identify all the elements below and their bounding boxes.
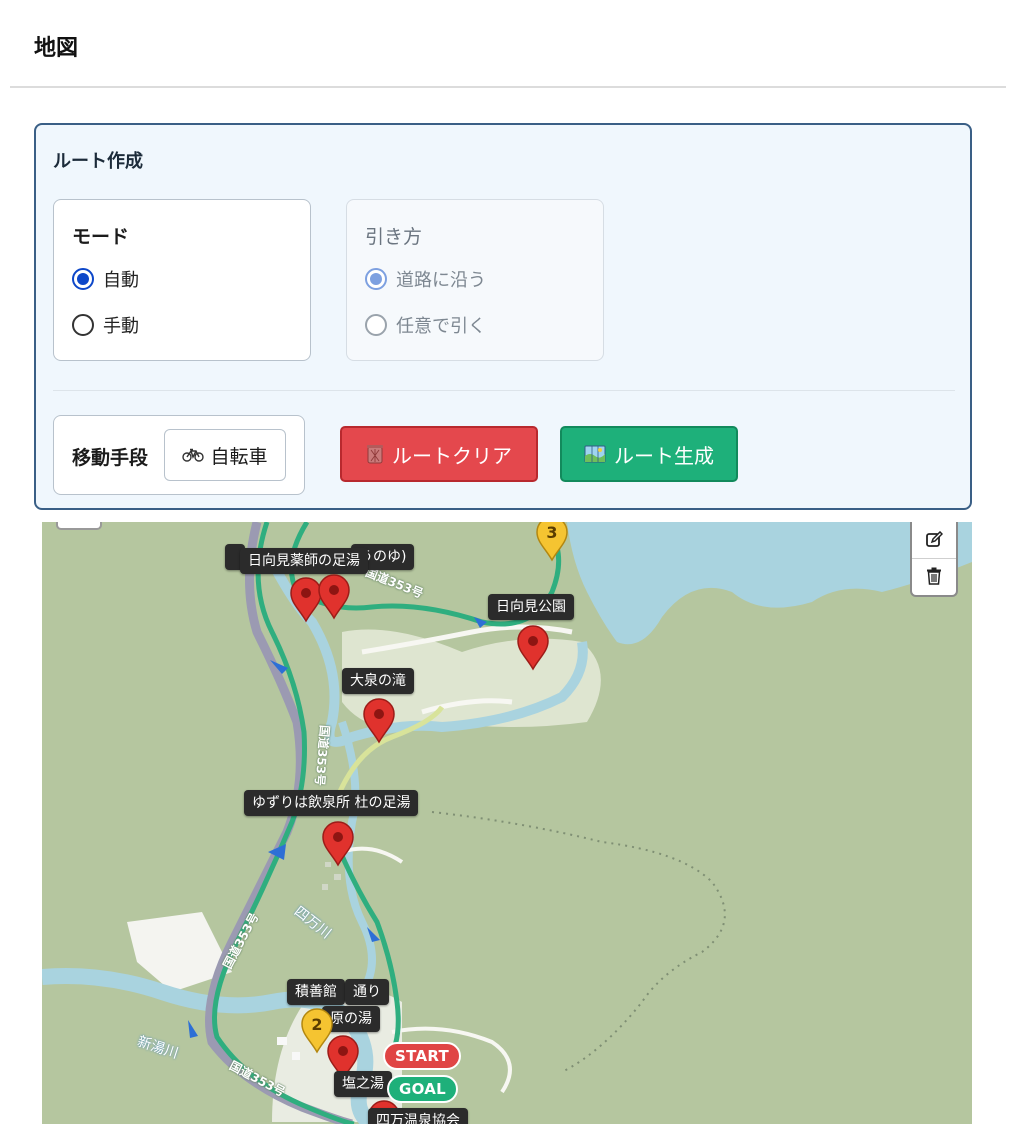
- radio-follow-road[interactable]: [365, 268, 387, 290]
- waypoint-3-label: 3: [546, 523, 557, 542]
- draw-method-legend: 引き方: [365, 226, 423, 248]
- transport-label: 移動手段: [72, 447, 149, 469]
- mode-option-auto-label: 自動: [103, 270, 139, 291]
- draw-option-road[interactable]: 道路に沿う: [365, 266, 486, 292]
- radio-auto[interactable]: [72, 268, 94, 290]
- goal-marker[interactable]: GOAL: [387, 1075, 459, 1103]
- delete-layers-button[interactable]: [912, 558, 956, 594]
- start-marker[interactable]: START: [383, 1042, 462, 1070]
- transport-group: 移動手段 自転車: [53, 415, 305, 495]
- map-icon: [584, 445, 606, 463]
- waypoint-3-marker[interactable]: 3: [535, 522, 569, 562]
- map-draw-controls: [910, 522, 958, 597]
- tooltip-onsen-kyokai: 四万温泉協会: [368, 1108, 468, 1124]
- waypoint-2-label: 2: [311, 1015, 322, 1034]
- transport-value: 自転車: [210, 445, 268, 468]
- map-view[interactable]: 国道353号 国道353号 国道353号 国道353号 四万川 新湯川 3 うの…: [42, 522, 972, 1124]
- location-pin-hinatami-park[interactable]: [516, 625, 550, 671]
- location-pin-oizumi-falls[interactable]: [362, 698, 396, 744]
- radio-manual[interactable]: [72, 314, 94, 336]
- location-pin-2[interactable]: [317, 574, 351, 620]
- mode-fieldset: モード 自動 手動: [53, 199, 311, 361]
- edit-layers-button[interactable]: [912, 522, 956, 559]
- generate-route-button[interactable]: ルート生成: [560, 426, 738, 482]
- page-title: 地図: [34, 36, 79, 61]
- tooltip-shionoyu: 塩之湯: [334, 1071, 392, 1097]
- clear-route-button[interactable]: ルートクリア: [340, 426, 538, 482]
- draw-method-fieldset: 引き方 道路に沿う 任意で引く: [346, 199, 604, 361]
- mode-legend: モード: [72, 226, 130, 248]
- mode-option-manual-label: 手動: [103, 316, 139, 337]
- tooltip-hinatami-yakushi: 日向見薬師の足湯: [240, 548, 368, 574]
- tooltip-oizumi-falls: 大泉の滝: [342, 668, 414, 694]
- map-control-nub[interactable]: [56, 522, 102, 530]
- draw-option-free-label: 任意で引く: [396, 316, 486, 337]
- transport-select[interactable]: 自転車: [164, 429, 286, 481]
- draw-option-free[interactable]: 任意で引く: [365, 312, 486, 338]
- mode-option-auto[interactable]: 自動: [72, 266, 139, 292]
- clear-route-label: ルートクリア: [392, 443, 512, 468]
- title-divider: [10, 86, 1006, 88]
- tooltip-dori: 通り: [345, 979, 389, 1005]
- bicycle-icon: [182, 448, 205, 462]
- draw-option-road-label: 道路に沿う: [396, 270, 486, 291]
- mode-option-manual[interactable]: 手動: [72, 312, 139, 338]
- wastebasket-icon: [367, 445, 383, 464]
- radio-free-draw[interactable]: [365, 314, 387, 336]
- location-pin-yuzuriha[interactable]: [321, 821, 355, 867]
- panel-title: ルート作成: [53, 151, 143, 172]
- panel-divider: [53, 390, 955, 391]
- tooltip-hinatami-park: 日向見公園: [488, 594, 574, 620]
- tooltip-yuzuriha: ゆずりは飲泉所 杜の足湯: [244, 790, 419, 816]
- edit-icon: [926, 531, 943, 547]
- trash-icon: [927, 567, 941, 585]
- tooltip-sekizenkan: 積善館: [287, 979, 345, 1005]
- route-builder-panel: ルート作成 モード 自動 手動 引き方 道路に沿う 任意で引く 移動手段 自転車…: [34, 123, 972, 510]
- generate-route-label: ルート生成: [614, 443, 714, 468]
